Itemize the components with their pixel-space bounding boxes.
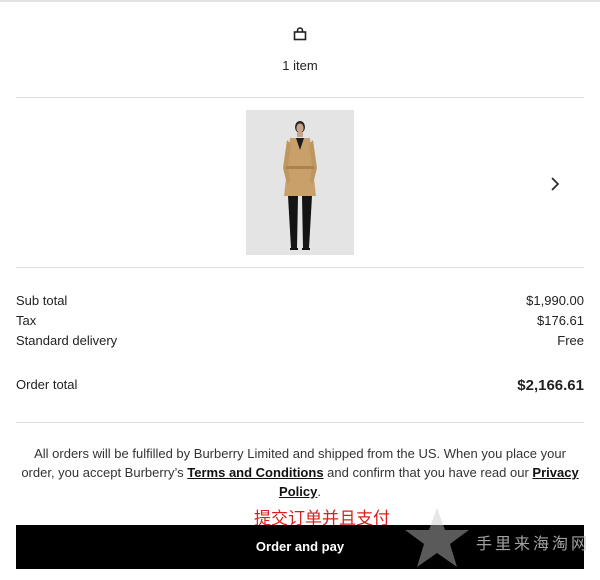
order-disclaimer: All orders will be fulfilled by Burberry…: [20, 444, 580, 501]
subtotal-label: Sub total: [16, 293, 68, 308]
divider: [16, 422, 584, 423]
cart-item-count: 1 item: [282, 58, 318, 73]
chevron-right-icon[interactable]: [546, 175, 564, 193]
disclaimer-text: .: [317, 484, 321, 499]
product-image[interactable]: [246, 110, 354, 255]
order-and-pay-button[interactable]: Order and pay: [16, 525, 584, 569]
top-border: [0, 0, 600, 2]
delivery-value: Free: [557, 333, 584, 348]
tax-value: $176.61: [537, 313, 584, 328]
delivery-label: Standard delivery: [16, 333, 118, 348]
subtotal-value: $1,990.00: [526, 293, 584, 308]
disclaimer-text: and confirm that you have read our: [323, 465, 533, 480]
divider: [16, 267, 584, 268]
shopping-bag-icon: [292, 26, 308, 42]
tax-label: Tax: [16, 313, 37, 328]
divider: [16, 97, 584, 98]
terms-link[interactable]: Terms and Conditions: [187, 465, 323, 480]
order-total-label: Order total: [16, 377, 78, 392]
order-total-value: $2,166.61: [517, 377, 584, 394]
